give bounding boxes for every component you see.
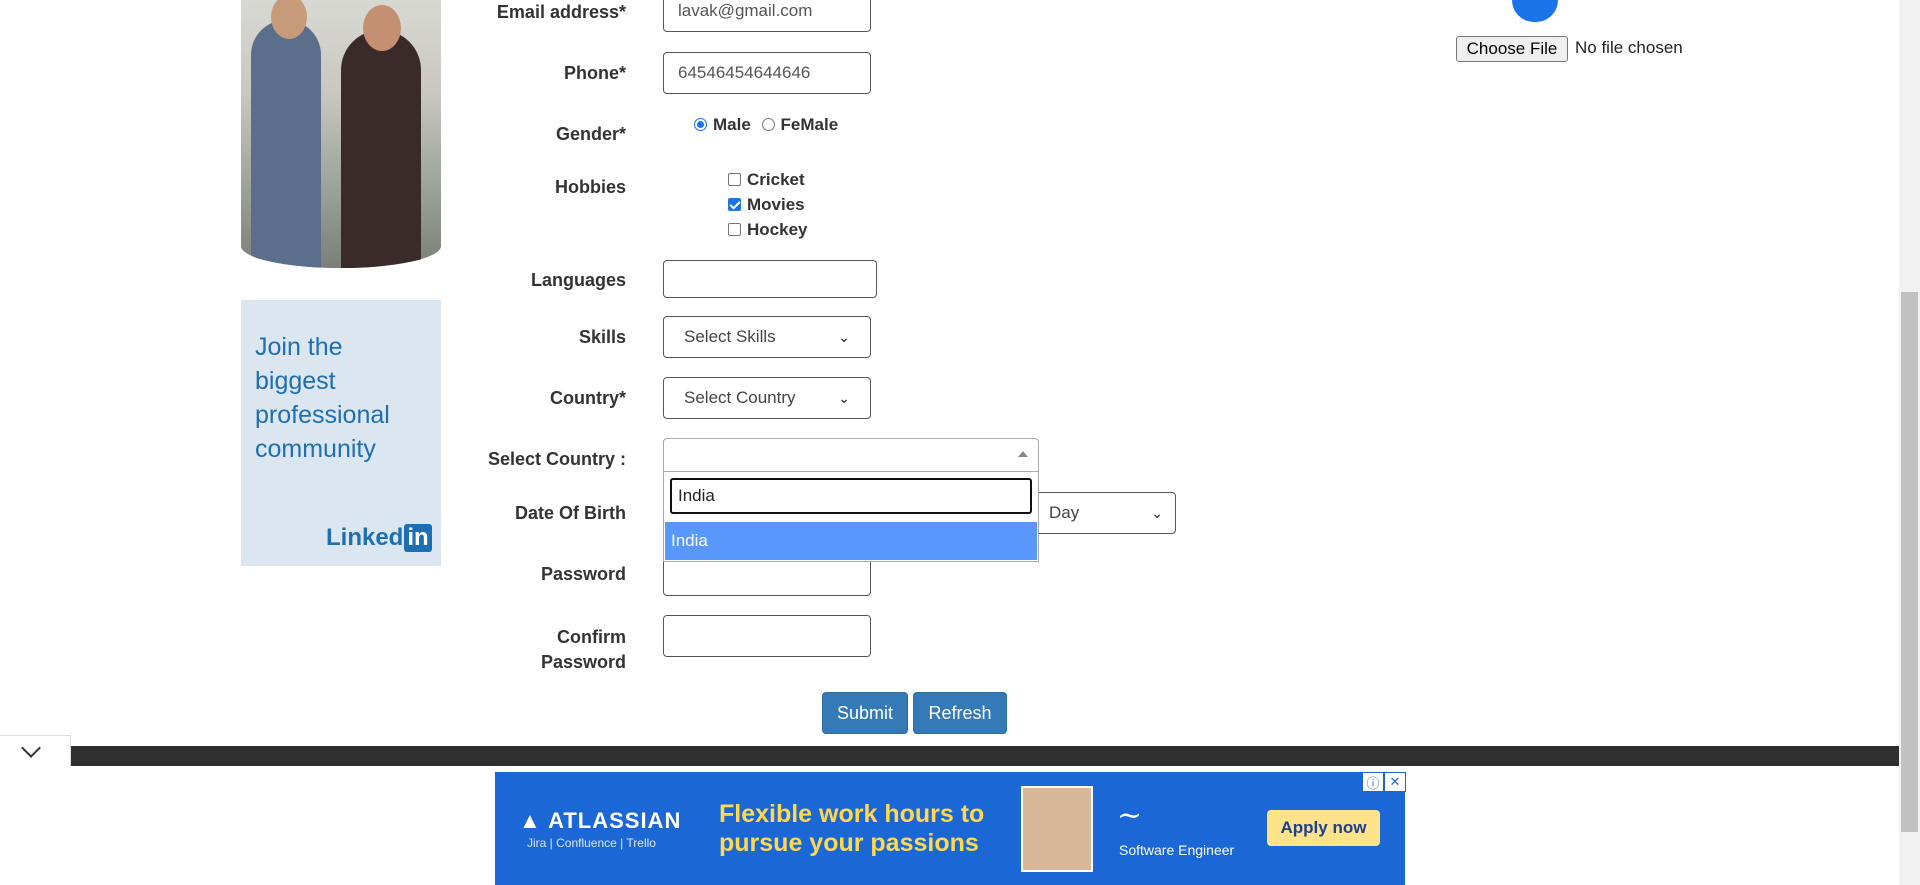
- atlassian-logo-text: ATLASSIAN: [548, 808, 682, 833]
- email-field[interactable]: lavak@gmail.com: [663, 0, 871, 32]
- languages-label: Languages: [530, 270, 626, 290]
- chevron-down-icon: [21, 738, 41, 758]
- ad-headline: Flexible work hours to pursue your passi…: [719, 800, 1019, 858]
- refresh-button[interactable]: Refresh: [913, 692, 1007, 734]
- checkbox-hockey-label: Hockey: [747, 220, 808, 239]
- radio-female[interactable]: [761, 118, 775, 132]
- chevron-down-icon: ⌄: [838, 389, 850, 406]
- ad-signature: ~: [1117, 798, 1143, 833]
- select-country-option-label: India: [671, 531, 708, 550]
- confirm-password-label-line: Password: [540, 652, 626, 672]
- footer-bar: [71, 746, 1899, 766]
- checkbox-movies[interactable]: [728, 198, 741, 212]
- ad-line: biggest: [255, 367, 336, 395]
- skills-label: Skills: [578, 327, 626, 347]
- country-select[interactable]: Select Country ⌄: [663, 377, 871, 419]
- select-country-dropdown: India India: [663, 472, 1039, 562]
- confirm-password-label: Confirm Password: [426, 625, 626, 675]
- dob-day-select[interactable]: Day ⌄: [1036, 492, 1176, 534]
- ad-controls: ⓘ ✕: [1362, 772, 1406, 792]
- skills-selected: Select Skills: [684, 327, 776, 346]
- email-label: Email address*: [496, 2, 626, 22]
- hobbies-group: Cricket Movies Hockey: [728, 167, 807, 242]
- apply-now-button[interactable]: Apply now: [1267, 810, 1380, 846]
- country-label: Country*: [550, 388, 626, 408]
- select-country-combobox[interactable]: [663, 438, 1039, 472]
- radio-male[interactable]: [694, 118, 707, 132]
- choose-file-button[interactable]: Choose File: [1456, 36, 1568, 62]
- checkbox-cricket-label: Cricket: [747, 170, 805, 189]
- ad-line: community: [255, 435, 376, 463]
- phone-field[interactable]: 64546454644646: [663, 52, 871, 94]
- radio-male-label: Male: [713, 115, 751, 134]
- gender-label: Gender*: [555, 124, 626, 144]
- dob-label: Date Of Birth: [514, 503, 626, 523]
- phone-label: Phone*: [563, 63, 626, 83]
- email-value: lavak@gmail.com: [678, 1, 813, 20]
- radio-female-label: FeMale: [780, 115, 839, 134]
- gear-icon: [1512, 0, 1558, 22]
- person-figure: [341, 30, 421, 268]
- hobby-movies[interactable]: Movies: [728, 192, 807, 217]
- gender-radio-group: Male FeMale: [694, 115, 838, 135]
- linkedin-logo-text: Linked: [326, 524, 404, 551]
- ad-line: professional: [255, 401, 390, 429]
- info-icon[interactable]: ⓘ: [1362, 772, 1384, 792]
- skills-select[interactable]: Select Skills ⌄: [663, 316, 871, 358]
- ad-line: Join the: [255, 333, 343, 361]
- atlassian-ad[interactable]: ▲ ATLASSIAN Jira | Confluence | Trello F…: [495, 772, 1405, 885]
- select-country-option[interactable]: India: [665, 522, 1037, 560]
- ad-headline-line: pursue your passions: [719, 829, 979, 857]
- select-country-search-value: India: [678, 486, 715, 505]
- checkbox-cricket[interactable]: [728, 173, 741, 187]
- ad-products: Jira | Confluence | Trello: [527, 836, 656, 850]
- checkbox-movies-label: Movies: [747, 195, 805, 214]
- chevron-down-icon: ⌄: [838, 328, 850, 345]
- caret-up-icon: [1018, 451, 1028, 457]
- confirm-password-field[interactable]: [663, 615, 871, 657]
- person-figure: [251, 20, 321, 268]
- linkedin-logo-in: in: [404, 524, 432, 552]
- linkedin-ad[interactable]: Join the biggest professional community …: [241, 300, 441, 566]
- linkedin-logo: Linked in: [326, 524, 432, 552]
- gender-female-option[interactable]: FeMale: [761, 115, 839, 134]
- person-head: [363, 5, 401, 51]
- file-status: No file chosen: [1575, 38, 1683, 57]
- sidebar-photo: [241, 0, 441, 268]
- linkedin-ad-text: Join the biggest professional community: [255, 330, 435, 466]
- gender-male-option[interactable]: Male: [694, 115, 751, 134]
- close-icon[interactable]: ✕: [1384, 772, 1406, 792]
- scrollbar-thumb[interactable]: [1901, 292, 1918, 832]
- ad-role: Software Engineer: [1119, 842, 1235, 858]
- select-country-search-input[interactable]: India: [670, 478, 1032, 514]
- chevron-down-icon: ⌄: [1151, 504, 1163, 521]
- hobby-hockey[interactable]: Hockey: [728, 217, 807, 242]
- ad-headline-line: Flexible work hours to: [719, 800, 985, 828]
- phone-value: 64546454644646: [678, 63, 811, 82]
- submit-button[interactable]: Submit: [822, 692, 908, 734]
- checkbox-hockey[interactable]: [728, 223, 741, 237]
- hobby-cricket[interactable]: Cricket: [728, 167, 807, 192]
- atlassian-logo: ▲ ATLASSIAN: [519, 808, 682, 833]
- dob-day-selected: Day: [1049, 503, 1080, 522]
- hobbies-label: Hobbies: [554, 177, 626, 197]
- languages-field[interactable]: [663, 260, 877, 298]
- confirm-password-label-line: Confirm: [557, 627, 626, 647]
- country-selected: Select Country: [684, 388, 796, 407]
- select-country-label: Select Country :: [487, 449, 626, 469]
- password-label: Password: [540, 564, 626, 584]
- ad-photo: [1021, 786, 1093, 872]
